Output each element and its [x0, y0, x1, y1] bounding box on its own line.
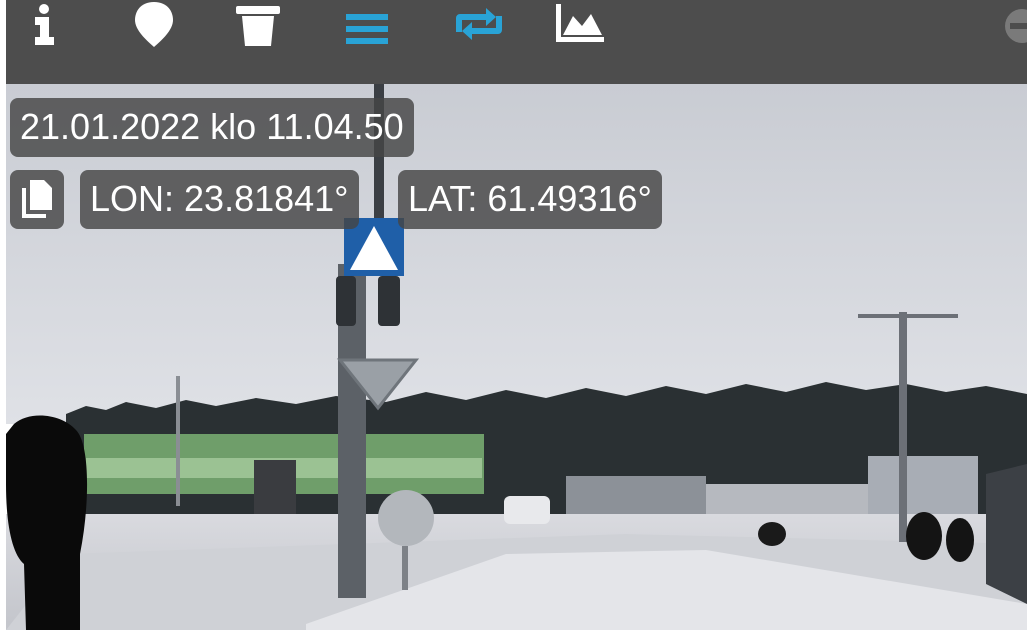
minus-circle-icon [1005, 9, 1027, 43]
app-root: 21.01.2022 klo 11.04.50 LON: 23.81841° L… [6, 0, 1027, 630]
chart-button[interactable] [550, 0, 606, 48]
repeat-icon [456, 8, 502, 40]
list-button[interactable] [336, 0, 392, 48]
latitude-label: LAT: 61.49316° [398, 170, 662, 229]
repeat-button[interactable] [446, 0, 502, 48]
photo-scene [6, 84, 1027, 630]
longitude-label: LON: 23.81841° [80, 170, 359, 229]
street-photo [6, 84, 1027, 630]
info-button[interactable] [26, 0, 82, 48]
datetime-label: 21.01.2022 klo 11.04.50 [10, 98, 414, 157]
list-icon [346, 14, 388, 44]
delete-button[interactable] [232, 0, 288, 48]
copy-icon [22, 180, 52, 218]
top-toolbar [6, 0, 1027, 84]
info-icon [35, 4, 54, 45]
trash-icon [236, 6, 280, 46]
chart-icon [556, 4, 604, 42]
remove-button[interactable] [990, 0, 1027, 48]
location-button[interactable] [126, 0, 182, 48]
location-pin-icon [135, 2, 173, 47]
copy-coordinates-button[interactable] [10, 170, 64, 229]
